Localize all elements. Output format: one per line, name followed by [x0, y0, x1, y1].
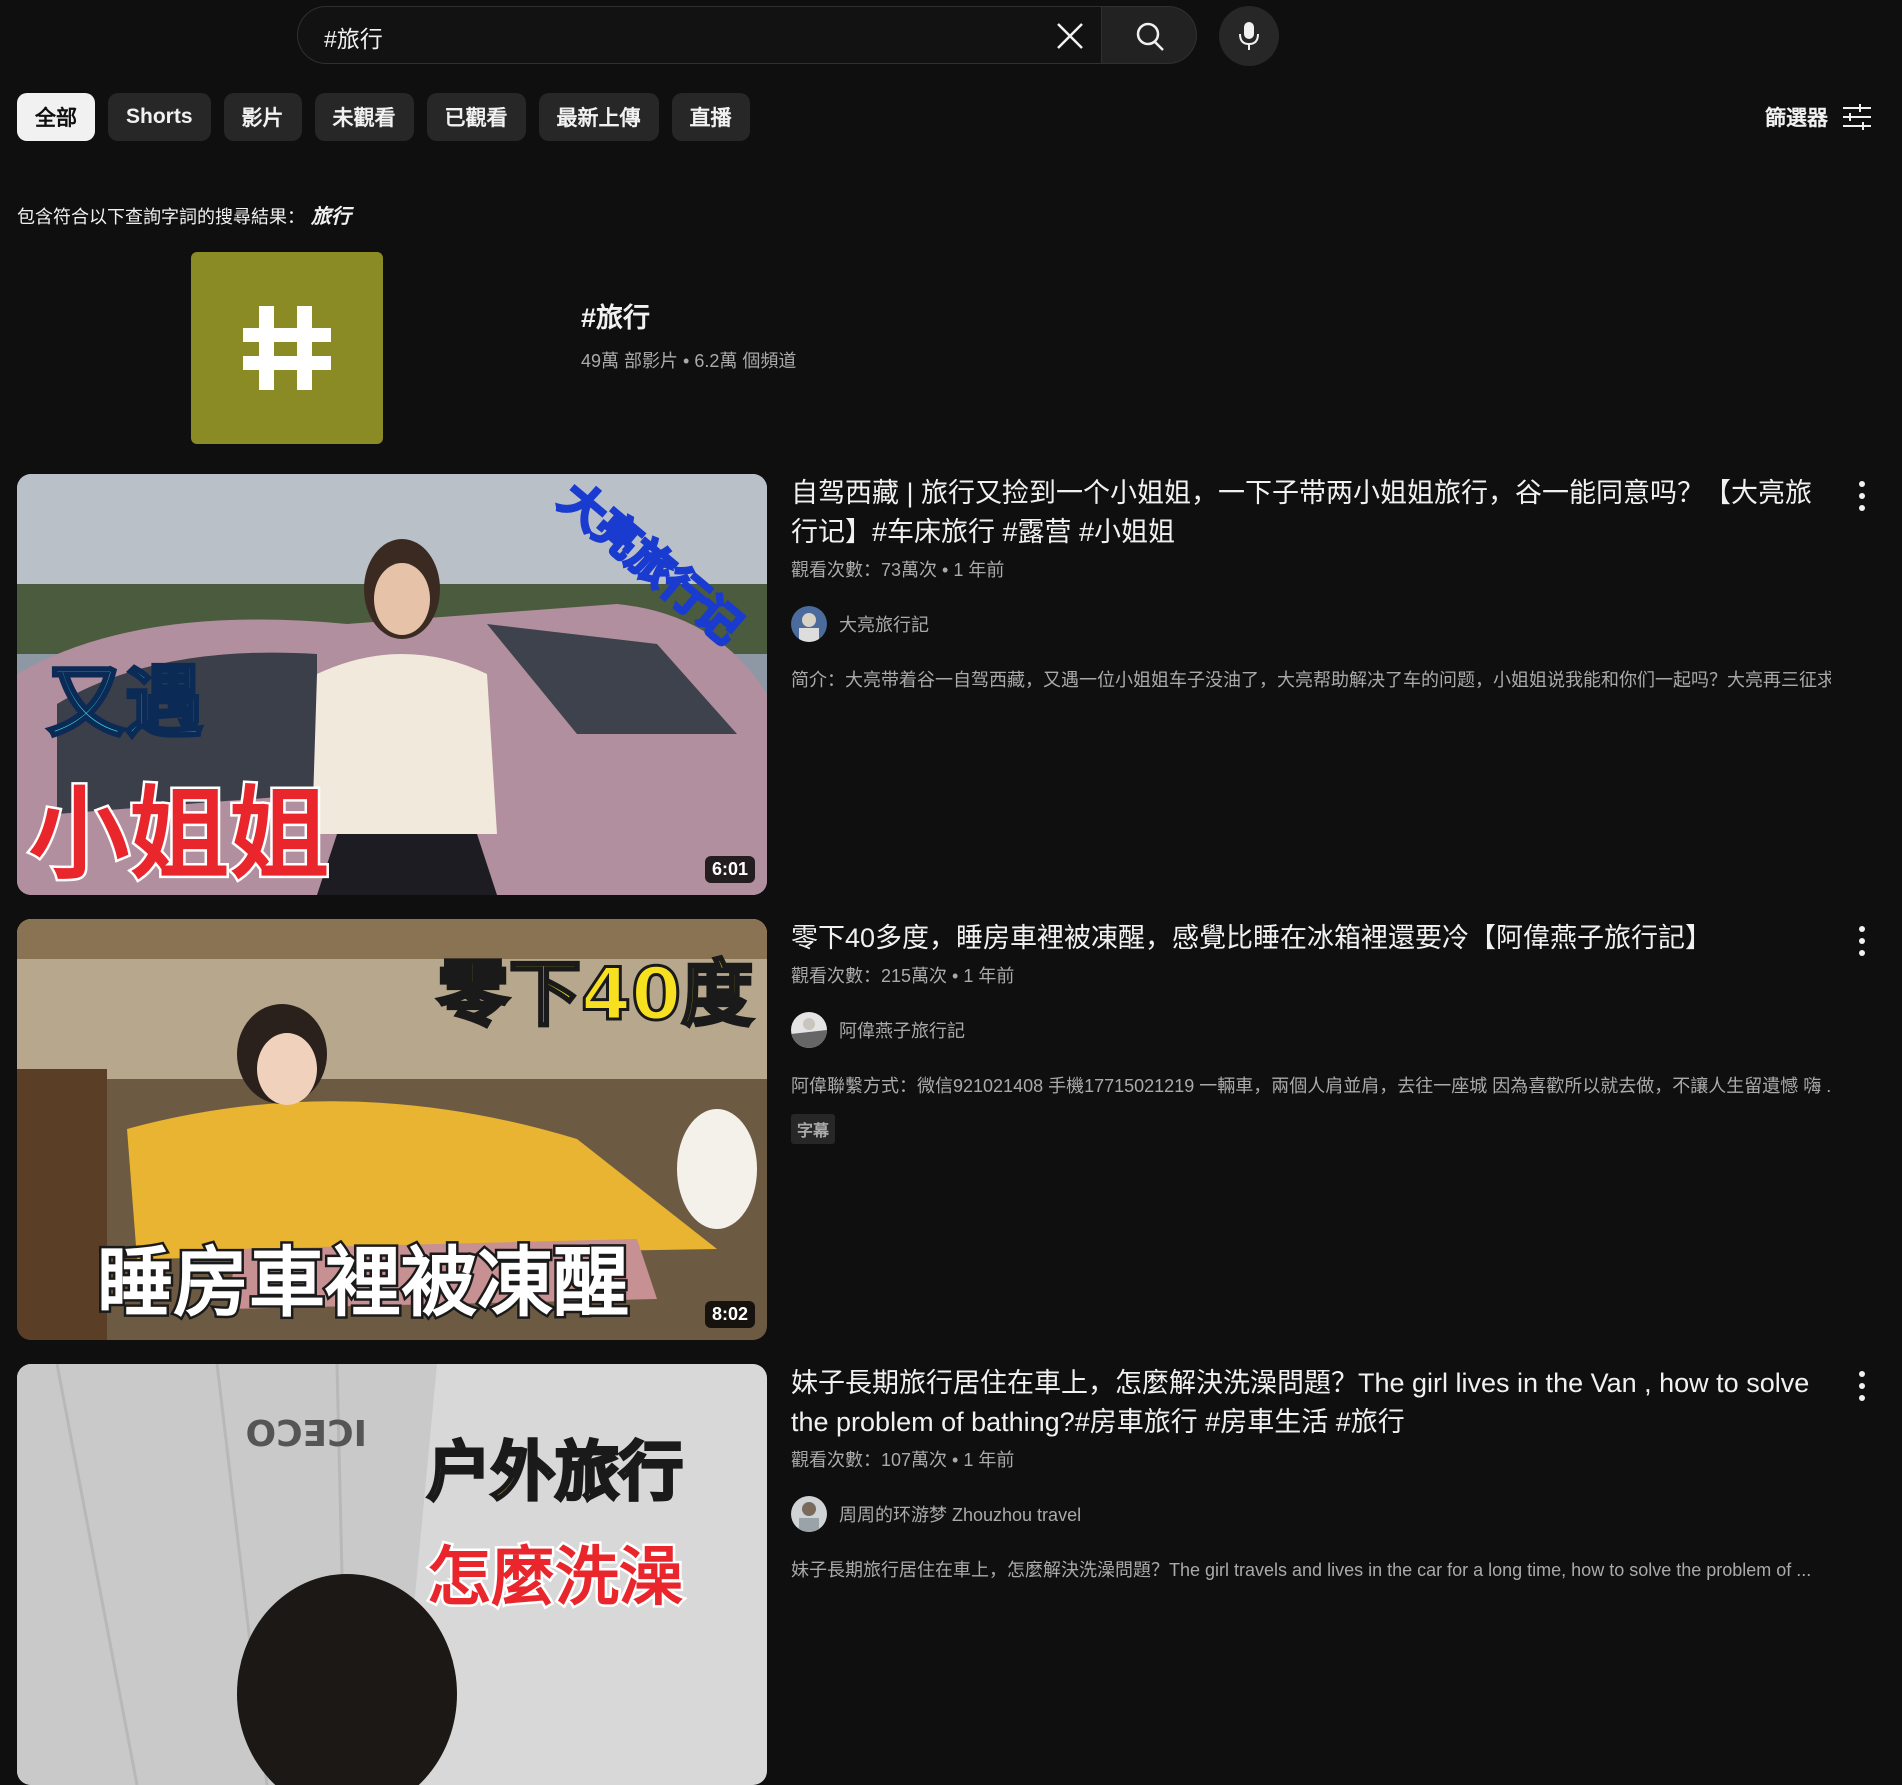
avatar[interactable]: [791, 606, 827, 642]
chip-watched[interactable]: 已觀看: [426, 93, 526, 141]
video-title[interactable]: 妹子長期旅行居住在車上，怎麼解決洗澡問題？The girl lives in t…: [791, 1364, 1831, 1442]
thumbnail-overlay-text: 怎麼洗澡: [427, 1541, 683, 1615]
video-description: 简介：大亮带着谷一自驾西藏，又遇一位小姐姐车子没油了，大亮帮助解决了车的问题，小…: [791, 670, 1831, 690]
chip-all[interactable]: 全部: [17, 93, 95, 141]
thumbnail-overlay-text: 睡房車裡被凍醒: [97, 1238, 629, 1327]
avatar[interactable]: [791, 1496, 827, 1532]
channel-link[interactable]: 大亮旅行記: [791, 606, 1831, 642]
channel-name[interactable]: 周周的环游梦 Zhouzhou travel: [839, 1501, 1081, 1527]
filters-button[interactable]: 篩選器: [1765, 102, 1872, 132]
clear-search-button[interactable]: [1050, 16, 1090, 56]
query-term: 旅行: [311, 206, 351, 228]
channel-link[interactable]: 阿偉燕子旅行記: [791, 1012, 1831, 1048]
more-actions-button[interactable]: [1847, 478, 1877, 514]
sliders-icon: [1843, 104, 1871, 130]
video-duration: 8:02: [704, 1301, 755, 1328]
voice-search-button[interactable]: [1219, 6, 1279, 66]
more-vert-icon: [1859, 481, 1865, 511]
chip-shorts[interactable]: Shorts: [108, 93, 211, 141]
video-meta: 觀看次數：73萬次 • 1 年前: [791, 560, 1005, 580]
hashtag-icon: [243, 306, 331, 390]
more-actions-button[interactable]: [1847, 923, 1877, 959]
search-box: [297, 6, 1101, 67]
hashtag-title[interactable]: #旅行: [581, 296, 650, 335]
thumbnail-overlay-text: 小姐姐: [29, 776, 329, 893]
chip-recently-uploaded[interactable]: 最新上傳: [538, 93, 659, 141]
video-meta: 觀看次數：215萬次 • 1 年前: [791, 966, 1015, 986]
more-actions-button[interactable]: [1847, 1368, 1877, 1404]
avatar[interactable]: [791, 1012, 827, 1048]
channel-name[interactable]: 大亮旅行記: [839, 611, 929, 637]
thumbnail-overlay-text: 又遇: [47, 658, 203, 748]
channel-name[interactable]: 阿偉燕子旅行記: [839, 1017, 965, 1043]
video-thumbnail[interactable]: ICECO 户外旅行 怎麼洗澡: [17, 1364, 767, 1785]
video-description: 阿偉聯繫方式：微信921021408 手機17715021219 一輛車，兩個人…: [791, 1076, 1831, 1096]
video-result: 零下40度 睡房車裡被凍醒 8:02 零下40多度，睡房車裡被凍醒，感覺比睡在冰…: [17, 919, 1877, 1340]
more-vert-icon: [1859, 926, 1865, 956]
search-input[interactable]: [322, 7, 1026, 67]
query-note: 包含符合以下查詢字詞的搜尋結果： 旅行: [17, 200, 351, 229]
close-icon: [1057, 23, 1083, 49]
subtitles-badge: 字幕: [791, 1114, 836, 1144]
video-result: 又遇 小姐姐 大亮旅行记 6:01 自驾西藏 | 旅行又捡到一个小姐姐，一下子带…: [17, 474, 1877, 895]
chip-live[interactable]: 直播: [671, 93, 750, 141]
video-info: 自驾西藏 | 旅行又捡到一个小姐姐，一下子带两小姐姐旅行，谷一能同意吗？【大亮旅…: [791, 474, 1831, 692]
thumbnail-overlay-text: 户外旅行: [427, 1436, 683, 1510]
video-duration: 6:01: [704, 856, 755, 883]
video-info: 零下40多度，睡房車裡被凍醒，感覺比睡在冰箱裡還要冷【阿偉燕子旅行記】 觀看次數…: [791, 919, 1831, 1144]
video-info: 妹子長期旅行居住在車上，怎麼解決洗澡問題？The girl lives in t…: [791, 1364, 1831, 1582]
video-description: 妹子長期旅行居住在車上，怎麼解決洗澡問題？The girl travels an…: [791, 1560, 1812, 1580]
more-vert-icon: [1859, 1371, 1865, 1401]
video-title[interactable]: 零下40多度，睡房車裡被凍醒，感覺比睡在冰箱裡還要冷【阿偉燕子旅行記】: [791, 919, 1831, 958]
query-note-prefix: 包含符合以下查詢字詞的搜尋結果：: [17, 207, 305, 227]
hashtag-meta: 49萬 部影片 • 6.2萬 個頻道: [581, 351, 797, 371]
hashtag-tile[interactable]: [191, 252, 383, 444]
chip-unwatched[interactable]: 未觀看: [314, 93, 414, 141]
video-result: ICECO 户外旅行 怎麼洗澡 妹子長期旅行居住在車上，怎麼解決洗澡問題？The…: [17, 1364, 1877, 1785]
video-title[interactable]: 自驾西藏 | 旅行又捡到一个小姐姐，一下子带两小姐姐旅行，谷一能同意吗？【大亮旅…: [791, 474, 1831, 552]
thumbnail-overlay-text: 零下40度: [437, 952, 753, 1036]
search-button[interactable]: [1101, 6, 1197, 64]
filter-chips: 全部 Shorts 影片 未觀看 已觀看 最新上傳 直播: [17, 93, 750, 141]
video-thumbnail[interactable]: 零下40度 睡房車裡被凍醒 8:02: [17, 919, 767, 1340]
video-thumbnail[interactable]: 又遇 小姐姐 大亮旅行记 6:01: [17, 474, 767, 895]
thumbnail-overlay-text: ICECO: [246, 1411, 367, 1452]
chip-videos[interactable]: 影片: [223, 93, 302, 141]
microphone-icon: [1239, 22, 1259, 50]
search-bar: [297, 6, 1397, 67]
filters-label: 篩選器: [1765, 107, 1828, 130]
video-meta: 觀看次數：107萬次 • 1 年前: [791, 1450, 1015, 1470]
search-icon: [1136, 22, 1164, 51]
channel-link[interactable]: 周周的环游梦 Zhouzhou travel: [791, 1496, 1831, 1532]
